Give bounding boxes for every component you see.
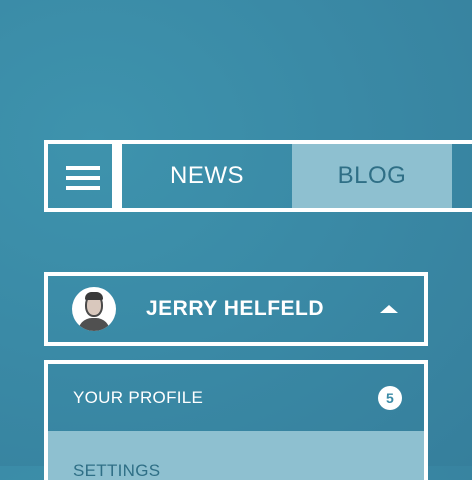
menu-item-settings[interactable]: SETTINGS — [48, 431, 424, 480]
user-dropdown-menu: YOUR PROFILE 5 SETTINGS — [44, 360, 428, 480]
avatar — [72, 287, 116, 331]
user-dropdown-toggle[interactable]: JERRY HELFELD — [44, 272, 428, 346]
user-name: JERRY HELFELD — [146, 297, 325, 320]
menu-item-label: SETTINGS — [73, 461, 161, 480]
tab-news[interactable]: NEWS — [122, 144, 292, 208]
hamburger-icon-bar — [66, 186, 100, 190]
top-navbar: NEWS BLOG — [44, 140, 472, 212]
notification-badge: 5 — [378, 385, 402, 410]
tab-blog[interactable]: BLOG — [292, 144, 452, 208]
avatar-shoulders — [78, 318, 110, 331]
hamburger-menu-button[interactable] — [48, 144, 116, 208]
menu-item-your-profile[interactable]: YOUR PROFILE 5 — [48, 364, 424, 431]
hamburger-icon-bar — [66, 176, 100, 180]
hamburger-icon — [66, 166, 100, 170]
avatar-hair — [85, 292, 103, 300]
menu-item-label: YOUR PROFILE — [73, 387, 204, 407]
caret-up-icon[interactable] — [380, 305, 398, 313]
